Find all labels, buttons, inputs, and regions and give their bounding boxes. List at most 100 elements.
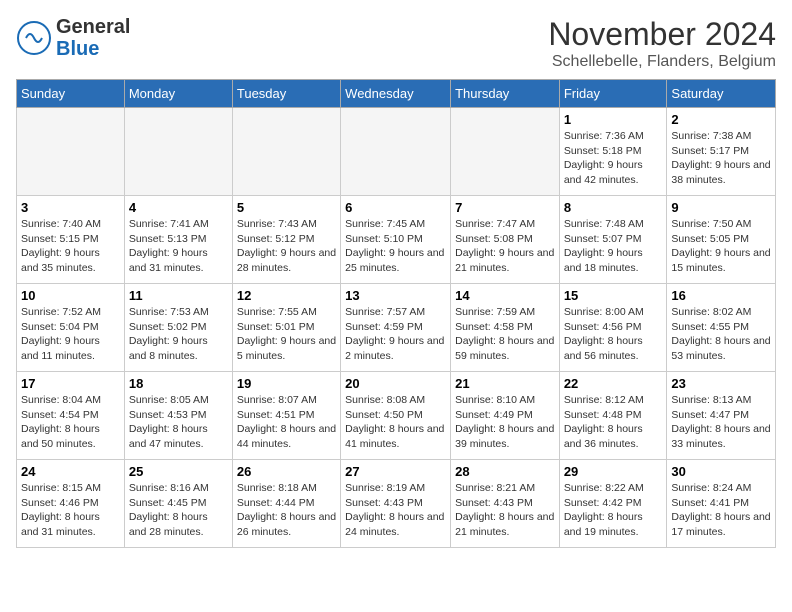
calendar-cell xyxy=(124,108,232,196)
calendar-cell: 3Sunrise: 7:40 AM Sunset: 5:15 PM Daylig… xyxy=(17,196,125,284)
day-header-wednesday: Wednesday xyxy=(341,80,451,108)
calendar-cell: 15 Sunrise: 8:00 AM Sunset: 4:56 PM Dayli… xyxy=(559,284,667,372)
day-number: 30 xyxy=(671,464,771,479)
cell-info: Sunrise: 8:16 AM Sunset: 4:45 PM Dayligh… xyxy=(129,481,228,540)
cell-info: Sunrise: 8:08 AM Sunset: 4:50 PM Dayligh… xyxy=(345,393,446,452)
month-title: November 2024 xyxy=(548,16,776,53)
calendar-cell: 2Sunrise: 7:38 AM Sunset: 5:17 PM Daylig… xyxy=(667,108,776,196)
logo-blue: Blue xyxy=(56,38,99,60)
calendar-cell: 10 Sunrise: 7:52 AM Sunset: 5:04 PM Dayli… xyxy=(17,284,125,372)
day-number: 21 xyxy=(455,376,555,391)
cell-info: Sunrise: 7:41 AM Sunset: 5:13 PM Dayligh… xyxy=(129,217,228,276)
day-number: 27 xyxy=(345,464,446,479)
day-number: 12 xyxy=(237,288,336,303)
day-number: 6 xyxy=(345,200,446,215)
day-number: 8 xyxy=(564,200,663,215)
cell-info: Sunrise: 8:05 AM Sunset: 4:53 PM Dayligh… xyxy=(129,393,228,452)
cell-info: Sunrise: 8:19 AM Sunset: 4:43 PM Dayligh… xyxy=(345,481,446,540)
calendar-cell: 1 Sunrise: 7:36 AM Sunset: 5:18 PM Daylig… xyxy=(559,108,667,196)
day-number: 16 xyxy=(671,288,771,303)
cell-info: Sunrise: 7:48 AM Sunset: 5:07 PM Dayligh… xyxy=(564,217,663,276)
day-number: 15 xyxy=(564,288,663,303)
day-header-tuesday: Tuesday xyxy=(232,80,340,108)
cell-info: Sunrise: 8:04 AM Sunset: 4:54 PM Dayligh… xyxy=(21,393,120,452)
calendar-cell: 4Sunrise: 7:41 AM Sunset: 5:13 PM Daylig… xyxy=(124,196,232,284)
cell-info: Sunrise: 7:43 AM Sunset: 5:12 PM Dayligh… xyxy=(237,217,336,276)
week-row-4: 17 Sunrise: 8:04 AM Sunset: 4:54 PM Dayli… xyxy=(17,372,776,460)
day-number: 11 xyxy=(129,288,228,303)
cell-info: Sunrise: 7:55 AM Sunset: 5:01 PM Dayligh… xyxy=(237,305,336,364)
day-number: 19 xyxy=(237,376,336,391)
day-header-thursday: Thursday xyxy=(451,80,560,108)
week-row-1: 1 Sunrise: 7:36 AM Sunset: 5:18 PM Daylig… xyxy=(17,108,776,196)
day-number: 9 xyxy=(671,200,771,215)
calendar-cell: 18 Sunrise: 8:05 AM Sunset: 4:53 PM Dayli… xyxy=(124,372,232,460)
day-number: 1 xyxy=(564,112,663,127)
cell-info: Sunrise: 7:57 AM Sunset: 4:59 PM Dayligh… xyxy=(345,305,446,364)
cell-info: Sunrise: 8:07 AM Sunset: 4:51 PM Dayligh… xyxy=(237,393,336,452)
calendar-cell: 28Sunrise: 8:21 AM Sunset: 4:43 PM Dayli… xyxy=(451,460,560,548)
calendar-cell: 17 Sunrise: 8:04 AM Sunset: 4:54 PM Dayli… xyxy=(17,372,125,460)
cell-info: Sunrise: 8:02 AM Sunset: 4:55 PM Dayligh… xyxy=(671,305,771,364)
calendar-cell: 5 Sunrise: 7:43 AM Sunset: 5:12 PM Daylig… xyxy=(232,196,340,284)
calendar-cell: 6 Sunrise: 7:45 AM Sunset: 5:10 PM Daylig… xyxy=(341,196,451,284)
day-number: 25 xyxy=(129,464,228,479)
week-row-2: 3Sunrise: 7:40 AM Sunset: 5:15 PM Daylig… xyxy=(17,196,776,284)
calendar-cell xyxy=(232,108,340,196)
week-row-3: 10 Sunrise: 7:52 AM Sunset: 5:04 PM Dayli… xyxy=(17,284,776,372)
cell-info: Sunrise: 8:10 AM Sunset: 4:49 PM Dayligh… xyxy=(455,393,555,452)
cell-info: Sunrise: 7:59 AM Sunset: 4:58 PM Dayligh… xyxy=(455,305,555,364)
day-header-friday: Friday xyxy=(559,80,667,108)
day-number: 13 xyxy=(345,288,446,303)
cell-info: Sunrise: 8:13 AM Sunset: 4:47 PM Dayligh… xyxy=(671,393,771,452)
calendar-cell: 14 Sunrise: 7:59 AM Sunset: 4:58 PM Dayli… xyxy=(451,284,560,372)
logo-general: General xyxy=(56,16,130,38)
day-number: 5 xyxy=(237,200,336,215)
day-number: 23 xyxy=(671,376,771,391)
cell-info: Sunrise: 8:00 AM Sunset: 4:56 PM Dayligh… xyxy=(564,305,663,364)
calendar-cell: 30 Sunrise: 8:24 AM Sunset: 4:41 PM Dayli… xyxy=(667,460,776,548)
cell-info: Sunrise: 8:22 AM Sunset: 4:42 PM Dayligh… xyxy=(564,481,663,540)
week-row-5: 24 Sunrise: 8:15 AM Sunset: 4:46 PM Dayli… xyxy=(17,460,776,548)
calendar-cell: 23 Sunrise: 8:13 AM Sunset: 4:47 PM Dayli… xyxy=(667,372,776,460)
logo-icon xyxy=(16,20,52,56)
cell-info: Sunrise: 7:53 AM Sunset: 5:02 PM Dayligh… xyxy=(129,305,228,364)
logo: General Blue xyxy=(16,16,130,60)
cell-info: Sunrise: 7:45 AM Sunset: 5:10 PM Dayligh… xyxy=(345,217,446,276)
calendar-cell: 22Sunrise: 8:12 AM Sunset: 4:48 PM Dayli… xyxy=(559,372,667,460)
calendar-cell xyxy=(17,108,125,196)
calendar-cell: 7 Sunrise: 7:47 AM Sunset: 5:08 PM Daylig… xyxy=(451,196,560,284)
day-number: 14 xyxy=(455,288,555,303)
cell-info: Sunrise: 8:21 AM Sunset: 4:43 PM Dayligh… xyxy=(455,481,555,540)
calendar-header-row: SundayMondayTuesdayWednesdayThursdayFrid… xyxy=(17,80,776,108)
day-header-monday: Monday xyxy=(124,80,232,108)
day-number: 26 xyxy=(237,464,336,479)
cell-info: Sunrise: 8:24 AM Sunset: 4:41 PM Dayligh… xyxy=(671,481,771,540)
day-header-sunday: Sunday xyxy=(17,80,125,108)
calendar-cell: 19 Sunrise: 8:07 AM Sunset: 4:51 PM Dayli… xyxy=(232,372,340,460)
day-number: 17 xyxy=(21,376,120,391)
day-number: 7 xyxy=(455,200,555,215)
calendar-cell: 13 Sunrise: 7:57 AM Sunset: 4:59 PM Dayli… xyxy=(341,284,451,372)
calendar-cell: 24 Sunrise: 8:15 AM Sunset: 4:46 PM Dayli… xyxy=(17,460,125,548)
cell-info: Sunrise: 8:15 AM Sunset: 4:46 PM Dayligh… xyxy=(21,481,120,540)
cell-info: Sunrise: 7:50 AM Sunset: 5:05 PM Dayligh… xyxy=(671,217,771,276)
calendar-cell: 25 Sunrise: 8:16 AM Sunset: 4:45 PM Dayli… xyxy=(124,460,232,548)
day-number: 24 xyxy=(21,464,120,479)
day-number: 20 xyxy=(345,376,446,391)
cell-info: Sunrise: 7:36 AM Sunset: 5:18 PM Dayligh… xyxy=(564,129,663,188)
calendar-cell: 11 Sunrise: 7:53 AM Sunset: 5:02 PM Dayli… xyxy=(124,284,232,372)
calendar-cell: 20 Sunrise: 8:08 AM Sunset: 4:50 PM Dayli… xyxy=(341,372,451,460)
location-subtitle: Schellebelle, Flanders, Belgium xyxy=(548,53,776,71)
day-number: 18 xyxy=(129,376,228,391)
calendar-cell: 29Sunrise: 8:22 AM Sunset: 4:42 PM Dayli… xyxy=(559,460,667,548)
cell-info: Sunrise: 7:47 AM Sunset: 5:08 PM Dayligh… xyxy=(455,217,555,276)
calendar-cell: 16 Sunrise: 8:02 AM Sunset: 4:55 PM Dayli… xyxy=(667,284,776,372)
cell-info: Sunrise: 7:52 AM Sunset: 5:04 PM Dayligh… xyxy=(21,305,120,364)
day-number: 2 xyxy=(671,112,771,127)
calendar-cell: 8 Sunrise: 7:48 AM Sunset: 5:07 PM Daylig… xyxy=(559,196,667,284)
day-number: 22 xyxy=(564,376,663,391)
cell-info: Sunrise: 8:18 AM Sunset: 4:44 PM Dayligh… xyxy=(237,481,336,540)
day-header-saturday: Saturday xyxy=(667,80,776,108)
day-number: 10 xyxy=(21,288,120,303)
